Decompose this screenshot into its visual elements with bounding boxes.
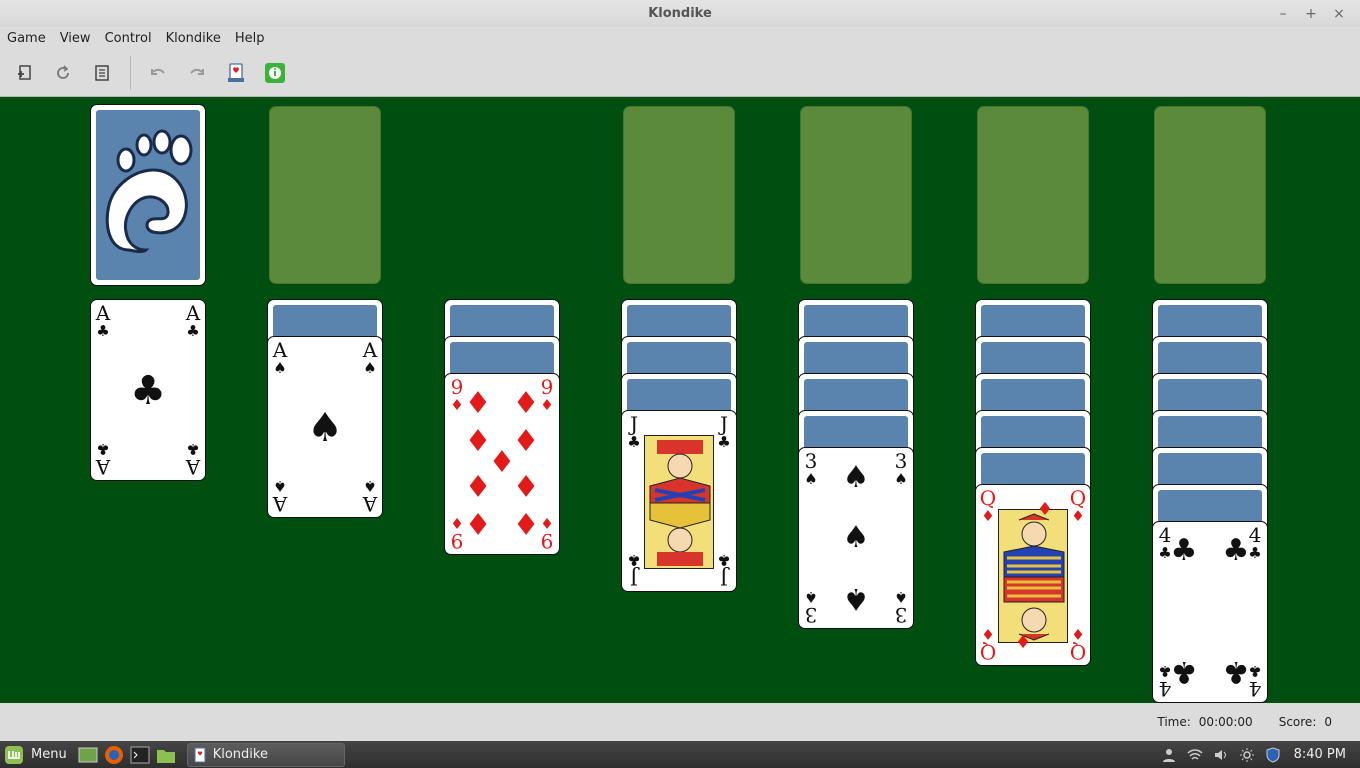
score-value: 0 [1324,715,1332,729]
start-menu-button[interactable]: Menu [0,741,75,768]
window-title: Klondike [648,6,712,21]
spade-icon: ♠ [842,460,870,495]
info-icon [265,62,285,83]
restart-icon [57,64,69,79]
deal-button[interactable] [223,60,249,86]
mint-logo-icon [5,745,23,764]
diamond-icon: ♦ [464,467,492,502]
foundation-slot-4[interactable] [1154,106,1266,284]
time-label: Time: [1157,715,1191,729]
undo-button[interactable] [145,60,171,86]
brightness-icon[interactable] [1239,747,1255,763]
title-bar: Klondike – + × [0,0,1360,27]
toolbar-separator [130,55,131,90]
volume-icon[interactable] [1213,747,1229,763]
time-value: 00:00:00 [1198,715,1253,729]
tableau-card[interactable]: Q ♦ Q ♦ ♦ ♦ Q ♦ Q ♦ [975,484,1091,666]
menu-game[interactable]: Game [7,31,46,46]
info-button[interactable] [262,60,288,86]
firefox-icon[interactable] [104,745,124,765]
game-felt: A ♣ A ♣ ♣ A ♣ A ♣ A ♠ A ♠ ♠ A ♠ A ♠ 9 ♦ 9 ♦ ♦ ♦ ♦ … [0,97,1360,703]
diamond-icon: ♦ [512,505,540,540]
menu-klondike[interactable]: Klondike [166,31,221,46]
spade-icon: ♠ [307,405,343,451]
maximize-button[interactable]: + [1304,7,1318,21]
tableau-card[interactable]: 4 ♣ 4 ♣ ♣ ♣ ♣ ♣ 4 ♣ 4 ♣ [1152,521,1268,703]
foundation-slot-3[interactable] [977,106,1089,284]
spade-icon: ♠ [842,520,870,555]
clock[interactable]: 8:40 PM [1294,747,1346,762]
window-controls: – + × [1276,0,1346,27]
jack-portrait [644,435,714,569]
start-menu-label: Menu [31,747,67,762]
waste-slot[interactable] [269,106,381,284]
tableau-card[interactable]: 3 ♠ 3 ♠ ♠ ♠ ♠ 3 ♠ 3 ♠ [798,447,914,629]
hint-list-button[interactable] [89,60,115,86]
desktop-panel: Menu Klondike 8:40 PM [0,741,1360,768]
taskbar-item-label: Klondike [212,747,268,762]
diamond-icon: ♦ [464,386,492,421]
redo-icon [190,68,204,75]
gnome-foot-icon [105,129,193,253]
new-game-button[interactable] [11,60,37,86]
tableau-card[interactable]: A ♣ A ♣ ♣ A ♣ A ♣ [90,299,206,481]
menu-control[interactable]: Control [105,31,152,46]
spade-icon: ♠ [842,581,870,616]
status-bar: Time: 00:00:00 Score: 0 [0,703,1360,741]
diamond-icon: ♦ [512,386,540,421]
wifi-icon[interactable] [1187,747,1203,763]
diamond-icon: ♦ [1036,499,1054,520]
club-icon: ♣ [1222,533,1250,568]
minimize-button[interactable]: – [1276,7,1290,21]
queen-portrait [998,509,1068,643]
diamond-icon: ♦ [512,467,540,502]
system-tray: 8:40 PM [1156,741,1360,768]
folder-icon[interactable] [156,745,176,765]
menu-bar: Game View Control Klondike Help [0,27,1360,49]
tableau-card[interactable]: J ♣ J ♣ J ♣ J ♣ [621,410,737,592]
taskbar-item-klondike[interactable]: Klondike [186,742,345,767]
deal-icon [228,62,244,82]
club-icon: ♣ [1170,533,1198,568]
restart-button[interactable] [50,60,76,86]
user-icon[interactable] [1161,747,1177,763]
close-button[interactable]: × [1332,7,1346,21]
show-desktop-icon[interactable] [78,745,98,765]
menu-view[interactable]: View [60,31,91,46]
club-icon: ♣ [130,368,166,414]
hint-list-icon [95,64,109,81]
terminal-icon[interactable] [130,745,150,765]
undo-icon [151,68,165,75]
diamond-icon: ♦ [464,505,492,540]
foundation-slot-1[interactable] [623,106,735,284]
tableau-card[interactable]: 9 ♦ 9 ♦ ♦ ♦ ♦ ♦ ♦ ♦ ♦ ♦ ♦ 9 ♦ 9 ♦ [444,373,560,555]
toolbar [0,49,1360,97]
redo-button[interactable] [184,60,210,86]
diamond-icon: ♦ [1014,630,1032,651]
stock-pile[interactable] [90,104,206,286]
foundation-slot-2[interactable] [800,106,912,284]
tableau-card[interactable]: A ♠ A ♠ ♠ A ♠ A ♠ [267,336,383,518]
new-game-icon [18,64,31,80]
shield-icon[interactable] [1265,746,1281,763]
menu-help[interactable]: Help [235,31,265,46]
score-label: Score: [1278,715,1317,729]
klondike-app-icon [194,747,206,762]
